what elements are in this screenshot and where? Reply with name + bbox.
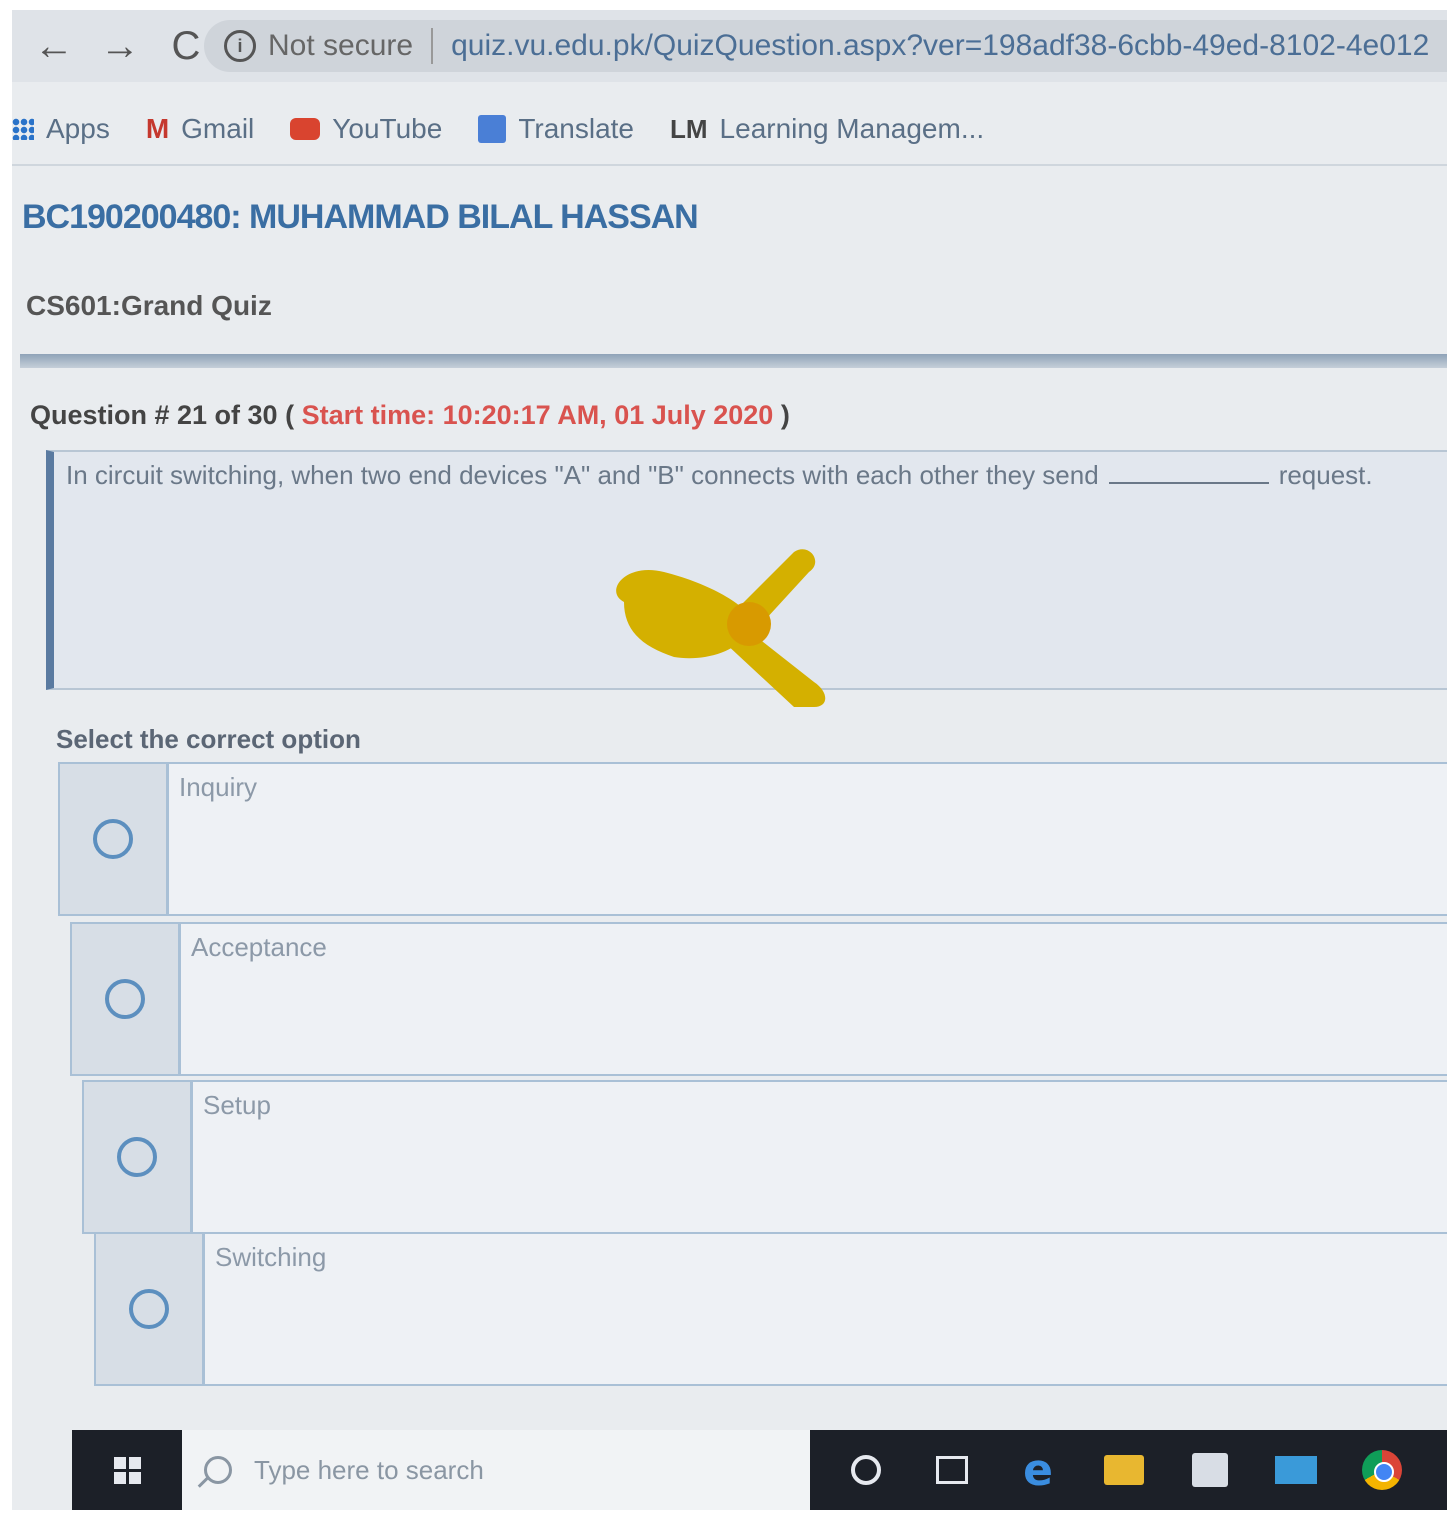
bookmarks-bar: Apps M Gmail YouTube Translate LM Learni… bbox=[12, 94, 1447, 166]
screen: ← → C i Not secure quiz.vu.edu.pk/QuizQu… bbox=[12, 10, 1447, 1510]
bookmark-lms[interactable]: LM Learning Managem... bbox=[670, 113, 984, 145]
option-row[interactable]: Acceptance bbox=[70, 922, 1447, 1076]
omnibox-separator bbox=[431, 28, 434, 64]
windows-logo-icon bbox=[113, 1456, 141, 1484]
bookmark-translate[interactable]: Translate bbox=[478, 113, 634, 145]
reload-button[interactable]: C bbox=[162, 24, 210, 69]
back-button[interactable]: ← bbox=[30, 24, 78, 69]
edge-button[interactable]: e bbox=[1008, 1440, 1068, 1500]
quiz-title: CS601:Grand Quiz bbox=[26, 290, 272, 321]
question-text: In circuit switching, when two end devic… bbox=[66, 460, 1373, 491]
option-radio-cell[interactable] bbox=[84, 1082, 193, 1232]
student-name: BC190200480: MUHAMMAD BILAL HASSAN bbox=[22, 198, 699, 236]
option-row[interactable]: Setup bbox=[82, 1080, 1447, 1234]
highlight-mark bbox=[616, 549, 826, 707]
radio-button[interactable] bbox=[117, 1137, 157, 1177]
option-label[interactable]: Acceptance bbox=[181, 924, 1447, 1074]
youtube-icon bbox=[290, 118, 321, 140]
store-button[interactable] bbox=[1180, 1440, 1240, 1500]
task-view-icon bbox=[936, 1456, 968, 1484]
search-placeholder[interactable]: Type here to search bbox=[254, 1455, 484, 1486]
cortana-icon bbox=[851, 1455, 881, 1485]
windows-taskbar: Type here to search e bbox=[72, 1430, 1447, 1510]
file-explorer-button[interactable] bbox=[1094, 1440, 1154, 1500]
radio-button[interactable] bbox=[129, 1289, 169, 1329]
question-header: Question # 21 of 30 ( Start time: 10:20:… bbox=[30, 400, 790, 431]
lms-icon: LM bbox=[670, 113, 708, 144]
option-row[interactable]: Switching bbox=[94, 1232, 1447, 1386]
chrome-icon bbox=[1362, 1450, 1402, 1490]
bookmark-apps[interactable]: Apps bbox=[12, 113, 110, 145]
translate-icon bbox=[478, 115, 507, 143]
option-label[interactable]: Inquiry bbox=[169, 764, 1447, 914]
apps-grid-icon bbox=[12, 118, 34, 140]
radio-button[interactable] bbox=[105, 979, 145, 1019]
option-radio-cell[interactable] bbox=[96, 1234, 205, 1384]
folder-icon bbox=[1104, 1455, 1144, 1485]
mail-icon bbox=[1275, 1456, 1317, 1484]
bookmark-gmail[interactable]: M Gmail bbox=[146, 113, 254, 145]
mail-button[interactable] bbox=[1266, 1440, 1326, 1500]
url-text[interactable]: quiz.vu.edu.pk/QuizQuestion.aspx?ver=198… bbox=[451, 29, 1429, 63]
cortana-button[interactable] bbox=[836, 1440, 896, 1500]
option-label[interactable]: Setup bbox=[193, 1082, 1447, 1232]
option-radio-cell[interactable] bbox=[60, 764, 169, 914]
option-row[interactable]: Inquiry bbox=[58, 762, 1447, 916]
chrome-button[interactable] bbox=[1352, 1440, 1412, 1500]
taskbar-search[interactable]: Type here to search bbox=[182, 1430, 810, 1510]
bookmark-label: Gmail bbox=[181, 113, 255, 144]
bookmark-youtube[interactable]: YouTube bbox=[290, 113, 442, 145]
bookmark-label: YouTube bbox=[332, 113, 443, 144]
option-label[interactable]: Switching bbox=[205, 1234, 1447, 1384]
header-divider bbox=[20, 354, 1447, 368]
info-icon[interactable]: i bbox=[224, 30, 256, 62]
highlight-overlap bbox=[727, 602, 771, 646]
bookmark-label: Translate bbox=[518, 113, 634, 144]
gmail-icon: M bbox=[145, 113, 170, 144]
question-text-after: request. bbox=[1278, 460, 1373, 490]
question-box: In circuit switching, when two end devic… bbox=[46, 450, 1447, 707]
select-option-label: Select the correct option bbox=[56, 724, 361, 754]
radio-button[interactable] bbox=[93, 819, 133, 859]
answer-blank bbox=[1108, 482, 1269, 484]
forward-button[interactable]: → bbox=[96, 24, 144, 69]
store-icon bbox=[1192, 1453, 1228, 1487]
question-text-before: In circuit switching, when two end devic… bbox=[66, 460, 1099, 490]
edge-icon: e bbox=[1023, 1444, 1053, 1496]
start-button[interactable] bbox=[72, 1430, 182, 1510]
start-time: Start time: 10:20:17 AM, 01 July 2020 bbox=[301, 400, 774, 430]
option-radio-cell[interactable] bbox=[72, 924, 181, 1074]
bookmark-label: Apps bbox=[46, 113, 110, 144]
security-label: Not secure bbox=[268, 29, 414, 62]
address-bar[interactable]: i Not secure quiz.vu.edu.pk/QuizQuestion… bbox=[204, 20, 1447, 72]
question-number: Question # 21 of 30 ( bbox=[30, 400, 295, 430]
task-view-button[interactable] bbox=[922, 1440, 982, 1500]
question-header-close: ) bbox=[780, 400, 790, 430]
browser-toolbar: ← → C i Not secure quiz.vu.edu.pk/QuizQu… bbox=[12, 10, 1447, 82]
search-icon bbox=[204, 1456, 232, 1484]
bookmark-label: Learning Managem... bbox=[719, 113, 985, 144]
